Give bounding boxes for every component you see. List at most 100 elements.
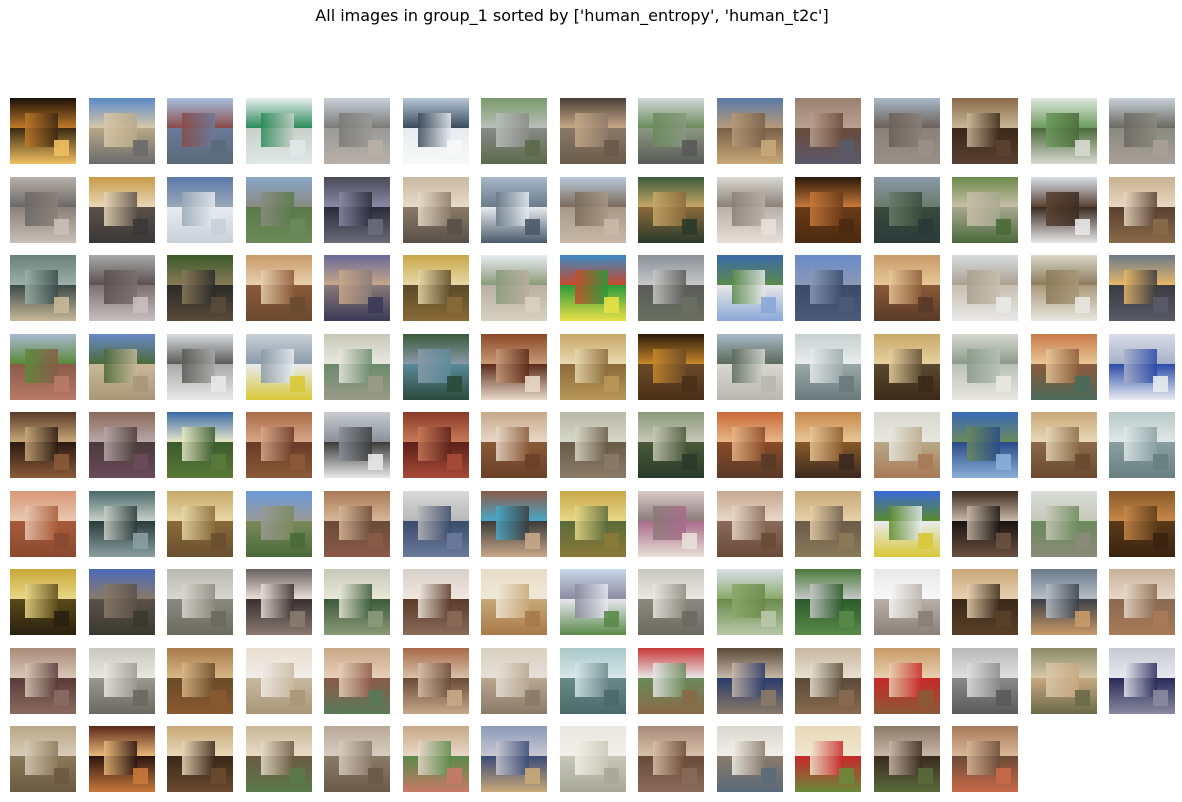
thumbnail-37 (481, 255, 547, 321)
thumbnail-57 (874, 334, 940, 400)
thumbnail-41 (795, 255, 861, 321)
thumbnail-18 (167, 177, 233, 243)
thumbnail-71 (795, 412, 861, 478)
thumbnail-133 (952, 726, 1018, 792)
thumbnail-112 (481, 648, 547, 714)
thumbnail-21 (403, 177, 469, 243)
thumbnail-39 (638, 255, 704, 321)
thumbnail-85 (717, 491, 783, 557)
thumbnail-15 (1109, 98, 1175, 164)
thumbnail-75 (1109, 412, 1175, 478)
thumbnail-65 (324, 412, 390, 478)
thumbnail-7 (481, 98, 547, 164)
thumbnail-51 (403, 334, 469, 400)
thumbnail-115 (717, 648, 783, 714)
thumbnail-36 (403, 255, 469, 321)
thumbnail-107 (89, 648, 155, 714)
thumbnail-77 (89, 491, 155, 557)
thumbnail-74 (1031, 412, 1097, 478)
thumbnail-46 (10, 334, 76, 400)
thumbnail-114 (638, 648, 704, 714)
thumbnail-55 (717, 334, 783, 400)
thumbnail-101 (795, 569, 861, 635)
thumbnail-28 (952, 177, 1018, 243)
thumbnail-122 (89, 726, 155, 792)
figure: All images in group_1 sorted by ['human_… (0, 0, 1182, 802)
thumbnail-44 (1031, 255, 1097, 321)
thumbnail-8 (560, 98, 626, 164)
thumbnail-109 (246, 648, 312, 714)
thumbnail-5 (324, 98, 390, 164)
thumbnail-92 (89, 569, 155, 635)
thumbnail-43 (952, 255, 1018, 321)
thumbnail-86 (795, 491, 861, 557)
thumbnail-64 (246, 412, 312, 478)
thumbnail-29 (1031, 177, 1097, 243)
thumbnail-90 (1109, 491, 1175, 557)
thumbnail-73 (952, 412, 1018, 478)
thumbnail-60 (1109, 334, 1175, 400)
thumbnail-120 (1109, 648, 1175, 714)
thumbnail-108 (167, 648, 233, 714)
thumbnail-123 (167, 726, 233, 792)
thumbnail-34 (246, 255, 312, 321)
thumbnail-61 (10, 412, 76, 478)
thumbnail-82 (481, 491, 547, 557)
thumbnail-126 (403, 726, 469, 792)
thumbnail-47 (89, 334, 155, 400)
thumbnail-79 (246, 491, 312, 557)
thumbnail-58 (952, 334, 1018, 400)
thumbnail-110 (324, 648, 390, 714)
thumbnail-2 (89, 98, 155, 164)
thumbnail-66 (403, 412, 469, 478)
thumbnail-84 (638, 491, 704, 557)
thumbnail-26 (795, 177, 861, 243)
thumbnail-24 (638, 177, 704, 243)
thumbnail-83 (560, 491, 626, 557)
thumbnail-14 (1031, 98, 1097, 164)
thumbnail-98 (560, 569, 626, 635)
thumbnail-40 (717, 255, 783, 321)
thumbnail-76 (10, 491, 76, 557)
thumbnail-19 (246, 177, 312, 243)
thumbnail-70 (717, 412, 783, 478)
thumbnail-124 (246, 726, 312, 792)
thumbnail-32 (89, 255, 155, 321)
thumbnail-13 (952, 98, 1018, 164)
thumbnail-3 (167, 98, 233, 164)
thumbnail-97 (481, 569, 547, 635)
thumbnail-23 (560, 177, 626, 243)
thumbnail-69 (638, 412, 704, 478)
thumbnail-121 (10, 726, 76, 792)
thumbnail-53 (560, 334, 626, 400)
thumbnail-33 (167, 255, 233, 321)
thumbnail-111 (403, 648, 469, 714)
thumbnail-17 (89, 177, 155, 243)
thumbnail-130 (717, 726, 783, 792)
thumbnail-22 (481, 177, 547, 243)
thumbnail-16 (10, 177, 76, 243)
thumbnail-127 (481, 726, 547, 792)
thumbnail-30 (1109, 177, 1175, 243)
thumbnail-1 (10, 98, 76, 164)
thumbnail-129 (638, 726, 704, 792)
thumbnail-105 (1109, 569, 1175, 635)
thumbnail-78 (167, 491, 233, 557)
thumbnail-119 (1031, 648, 1097, 714)
thumbnail-100 (717, 569, 783, 635)
thumbnail-20 (324, 177, 390, 243)
thumbnail-9 (638, 98, 704, 164)
thumbnail-80 (324, 491, 390, 557)
thumbnail-54 (638, 334, 704, 400)
thumbnail-59 (1031, 334, 1097, 400)
thumbnail-93 (167, 569, 233, 635)
thumbnail-50 (324, 334, 390, 400)
thumbnail-72 (874, 412, 940, 478)
thumbnail-grid (0, 0, 1182, 802)
thumbnail-12 (874, 98, 940, 164)
thumbnail-95 (324, 569, 390, 635)
thumbnail-31 (10, 255, 76, 321)
thumbnail-89 (1031, 491, 1097, 557)
thumbnail-131 (795, 726, 861, 792)
thumbnail-113 (560, 648, 626, 714)
